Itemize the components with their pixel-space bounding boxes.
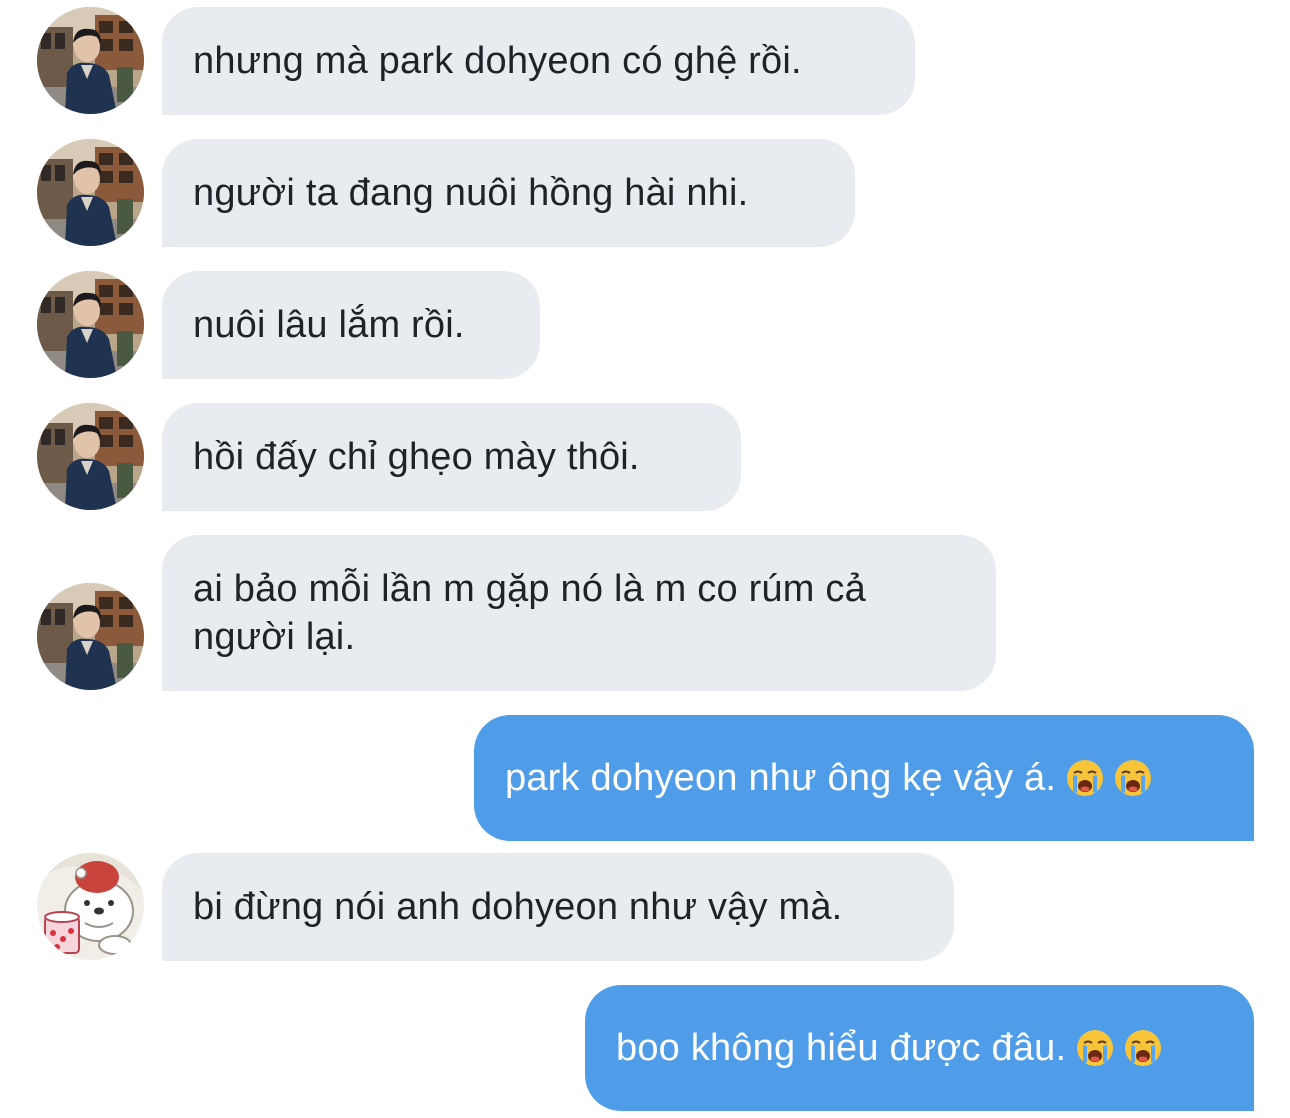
message-text: người ta đang nuôi hồng hài nhi. bbox=[193, 172, 749, 214]
avatar-photo-icon bbox=[37, 139, 144, 246]
incoming-message-bubble[interactable]: nuôi lâu lắm rồi. bbox=[162, 271, 540, 379]
outgoing-message-bubble[interactable]: park dohyeon như ông kẹ vậy á. bbox=[474, 715, 1254, 841]
message-text: ai bảo mỗi lần m gặp nó là m co rúm cả n… bbox=[193, 568, 866, 658]
incoming-message-bubble[interactable]: người ta đang nuôi hồng hài nhi. bbox=[162, 139, 855, 247]
avatar-photo-icon bbox=[37, 271, 144, 378]
sender-avatar[interactable] bbox=[37, 853, 144, 960]
incoming-message-bubble[interactable]: ai bảo mỗi lần m gặp nó là m co rúm cả n… bbox=[162, 535, 996, 691]
loudly-crying-face-icon bbox=[1066, 759, 1105, 797]
message-text: nhưng mà park dohyeon có ghệ rồi. bbox=[193, 40, 802, 82]
incoming-message-bubble[interactable]: nhưng mà park dohyeon có ghệ rồi. bbox=[162, 7, 915, 115]
message-text: park dohyeon như ông kẹ vậy á. bbox=[505, 757, 1057, 799]
message-text: boo không hiểu được đâu. bbox=[616, 1027, 1067, 1069]
message-text: bi đừng nói anh dohyeon như vậy mà. bbox=[193, 886, 843, 928]
incoming-message-bubble[interactable]: bi đừng nói anh dohyeon như vậy mà. bbox=[162, 853, 954, 961]
loudly-crying-face-icon bbox=[1124, 1029, 1163, 1067]
outgoing-message-bubble[interactable]: boo không hiểu được đâu. bbox=[585, 985, 1254, 1111]
sender-avatar[interactable] bbox=[37, 583, 144, 690]
avatar-photo-icon bbox=[37, 583, 144, 690]
sender-avatar[interactable] bbox=[37, 403, 144, 510]
incoming-message-bubble[interactable]: hồi đấy chỉ ghẹo mày thôi. bbox=[162, 403, 741, 511]
loudly-crying-face-icon bbox=[1076, 1029, 1115, 1067]
bear-avatar-icon bbox=[37, 853, 144, 960]
sender-avatar[interactable] bbox=[37, 7, 144, 114]
loudly-crying-face-icon bbox=[1114, 759, 1153, 797]
avatar-photo-icon bbox=[37, 403, 144, 510]
avatar-photo-icon bbox=[37, 7, 144, 114]
sender-avatar[interactable] bbox=[37, 139, 144, 246]
message-text: nuôi lâu lắm rồi. bbox=[193, 304, 465, 346]
sender-avatar[interactable] bbox=[37, 271, 144, 378]
message-text: hồi đấy chỉ ghẹo mày thôi. bbox=[193, 436, 640, 478]
